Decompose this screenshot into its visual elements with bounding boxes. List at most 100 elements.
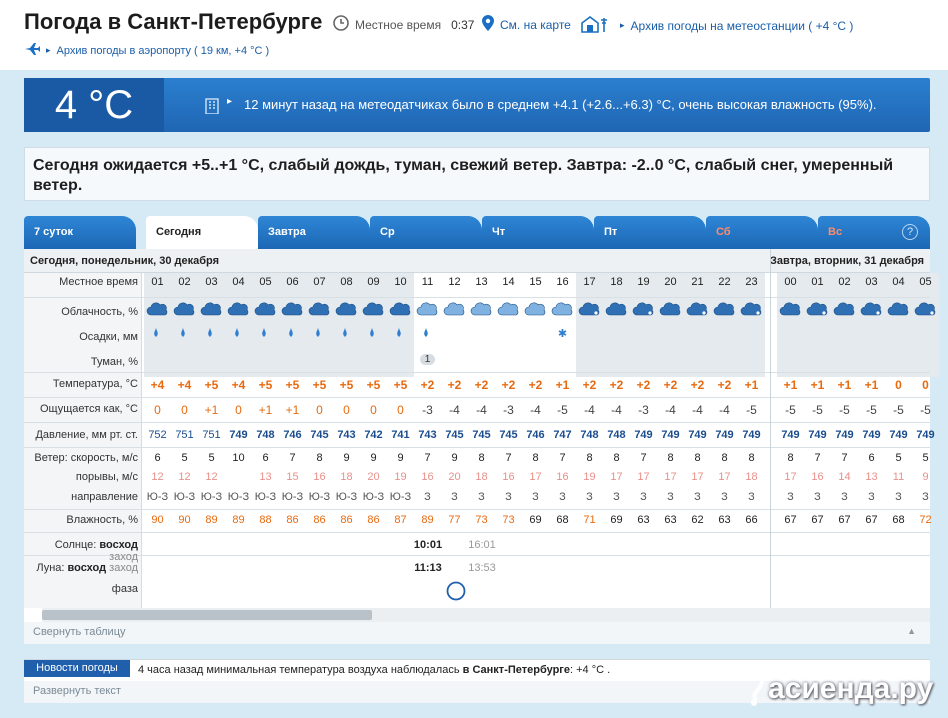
news-text-post: : +4 °C . <box>570 664 611 676</box>
wind-cell: 8 <box>532 452 539 464</box>
pressure-cell: 741 <box>391 429 410 441</box>
triangle-up-icon: ▲ <box>907 626 916 636</box>
day1-label: Сегодня, понедельник, 30 декабря <box>30 255 220 267</box>
cloud-icon <box>912 300 939 318</box>
wind-cell: 9 <box>397 452 404 464</box>
gust-cell: 16 <box>502 471 515 483</box>
gust-cell: 18 <box>340 471 353 483</box>
humidity-cell: 71 <box>583 514 596 526</box>
gust-cell: 20 <box>448 471 461 483</box>
row-divider <box>24 297 930 298</box>
gust-cell: 11 <box>892 471 905 483</box>
cloud-icon <box>738 300 765 318</box>
hour-cell: 17 <box>583 276 596 288</box>
tab-tomorrow[interactable]: Завтра <box>258 216 370 249</box>
feels-cell: 0 <box>343 403 350 417</box>
humidity-cell: 86 <box>340 514 353 526</box>
tab-fri[interactable]: Пт <box>594 216 706 249</box>
station-archive-label: Архив погоды на метеостанции ( +4 °C ) <box>630 18 854 33</box>
wind-cell: 6 <box>868 452 875 464</box>
watermark-logo-icon <box>751 669 765 706</box>
direction-cell: Ю-З <box>200 491 223 503</box>
humidity-cell: 77 <box>448 514 461 526</box>
humidity-cell: 87 <box>394 514 407 526</box>
label-clouds: Облачность, % <box>61 306 138 318</box>
wind-cell: 5 <box>181 452 188 464</box>
humidity-cell: 67 <box>784 514 797 526</box>
feels-cell: +1 <box>204 403 219 417</box>
local-time-value: 0:37 <box>451 17 475 32</box>
cloud-icon <box>522 300 549 318</box>
humidity-cell: 86 <box>286 514 299 526</box>
row-divider <box>24 447 930 448</box>
cloud-icon <box>657 300 684 318</box>
label-time: Местное время <box>59 276 138 288</box>
humidity-cell: 90 <box>178 514 191 526</box>
moonset-time: 13:53 <box>468 562 496 574</box>
scrollbar-thumb[interactable] <box>42 610 372 620</box>
tab-thu[interactable]: Чт <box>482 216 594 249</box>
tab-sat[interactable]: Сб <box>706 216 818 249</box>
label-wind: Ветер: скорость, м/с <box>34 452 138 464</box>
cloud-icon <box>831 300 858 318</box>
feels-cell: -5 <box>557 403 568 417</box>
gust-cell: 14 <box>838 471 851 483</box>
feels-cell: -4 <box>584 403 595 417</box>
direction-cell: Ю-З <box>254 491 277 503</box>
pressure-cell: 749 <box>916 429 935 441</box>
direction-cell: З <box>532 491 539 503</box>
help-icon[interactable]: ? <box>902 224 918 240</box>
temp-cell: +1 <box>810 378 825 392</box>
watermark-text: асиенда.ру <box>768 672 934 705</box>
label-fog: Туман, % <box>90 356 138 368</box>
cloud-icon <box>306 300 333 318</box>
hour-cell: 12 <box>448 276 461 288</box>
humidity-cell: 68 <box>892 514 905 526</box>
map-link[interactable]: См. на карте <box>482 15 571 34</box>
temp-cell: +2 <box>474 378 489 392</box>
label-direction: направление <box>71 491 138 503</box>
temp-cell: +4 <box>177 378 192 392</box>
direction-cell: З <box>895 491 902 503</box>
direction-cell: З <box>787 491 794 503</box>
humidity-cell: 86 <box>313 514 326 526</box>
feels-cell: -4 <box>611 403 622 417</box>
feels-cell: +1 <box>258 403 273 417</box>
sensor-summary: 12 минут назад на метеодатчиках было в с… <box>244 97 877 112</box>
watermark: асиенда.ру <box>744 662 942 716</box>
humidity-cell: 67 <box>811 514 824 526</box>
news-badge[interactable]: Новости погоды <box>24 660 130 677</box>
horizontal-scrollbar[interactable] <box>42 608 930 622</box>
day-tabs: 7 суток Сегодня Завтра Ср Чт Пт Сб Вс ? <box>24 216 930 249</box>
tab-7-days[interactable]: 7 суток <box>24 216 136 249</box>
tab-today[interactable]: Сегодня <box>146 216 258 249</box>
gust-cell: 19 <box>394 471 407 483</box>
direction-cell: Ю-З <box>335 491 358 503</box>
hour-cell: 07 <box>313 276 326 288</box>
building-icon <box>204 96 220 119</box>
rain-drop-icon <box>150 327 162 340</box>
collapse-table-button[interactable]: Свернуть таблицу ▲ <box>24 622 930 644</box>
temp-cell: +1 <box>783 378 798 392</box>
feels-cell: -4 <box>719 403 730 417</box>
rain-drop-icon <box>204 327 216 340</box>
station-archive-link[interactable]: ▸ Архив погоды на метеостанции ( +4 °C ) <box>580 15 853 36</box>
row-divider <box>24 397 930 398</box>
direction-cell: З <box>424 491 431 503</box>
cloud-icon <box>576 300 603 318</box>
fog-cell: 1 <box>414 353 441 367</box>
page-title: Погода в Санкт-Петербурге <box>24 9 323 34</box>
temp-cell: +1 <box>864 378 879 392</box>
feels-cell: 0 <box>181 403 188 417</box>
wind-cell: 6 <box>262 452 269 464</box>
direction-cell: З <box>667 491 674 503</box>
temp-cell: +2 <box>528 378 543 392</box>
day-separator <box>770 249 771 608</box>
tab-wed[interactable]: Ср <box>370 216 482 249</box>
airport-archive-link[interactable]: ▸ Архив погоды в аэропорту ( 19 км, +4 °… <box>24 42 269 59</box>
airport-archive-label: Архив погоды в аэропорту ( 19 км, +4 °C … <box>56 44 270 57</box>
weather-station-icon <box>580 15 614 36</box>
gust-cell: 17 <box>610 471 623 483</box>
pressure-cell: 752 <box>148 429 167 441</box>
arrow-icon: ▸ <box>46 45 51 55</box>
